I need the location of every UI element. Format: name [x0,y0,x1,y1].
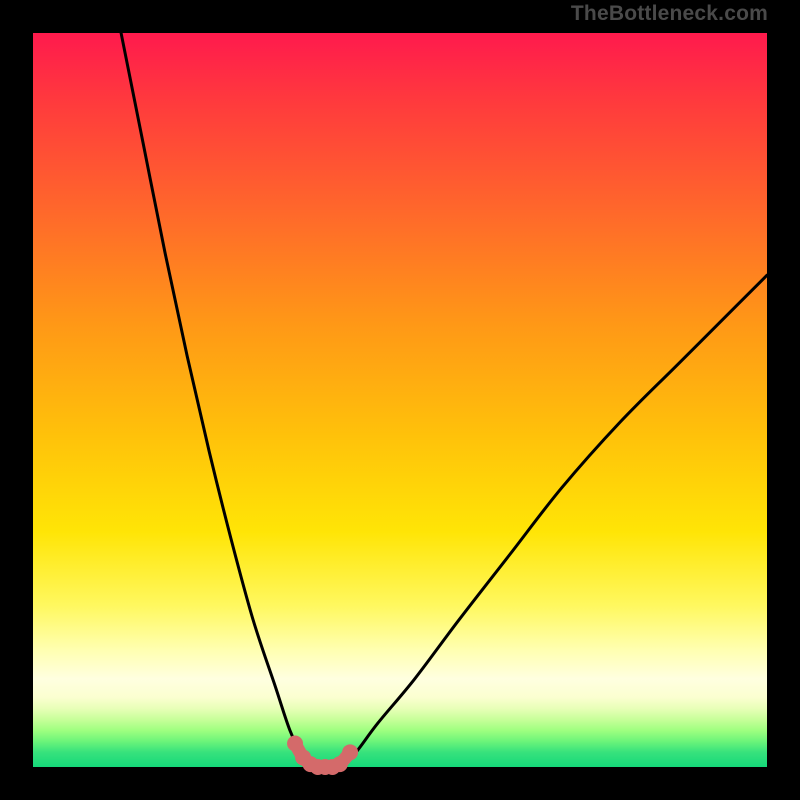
optimal-marker [342,744,358,760]
optimal-marker [287,736,303,752]
chart-frame: TheBottleneck.com [0,0,800,800]
curve-layer [0,0,800,800]
curve-right-branch [341,275,767,767]
curve-left-branch [121,33,312,767]
watermark-text: TheBottleneck.com [571,2,768,26]
